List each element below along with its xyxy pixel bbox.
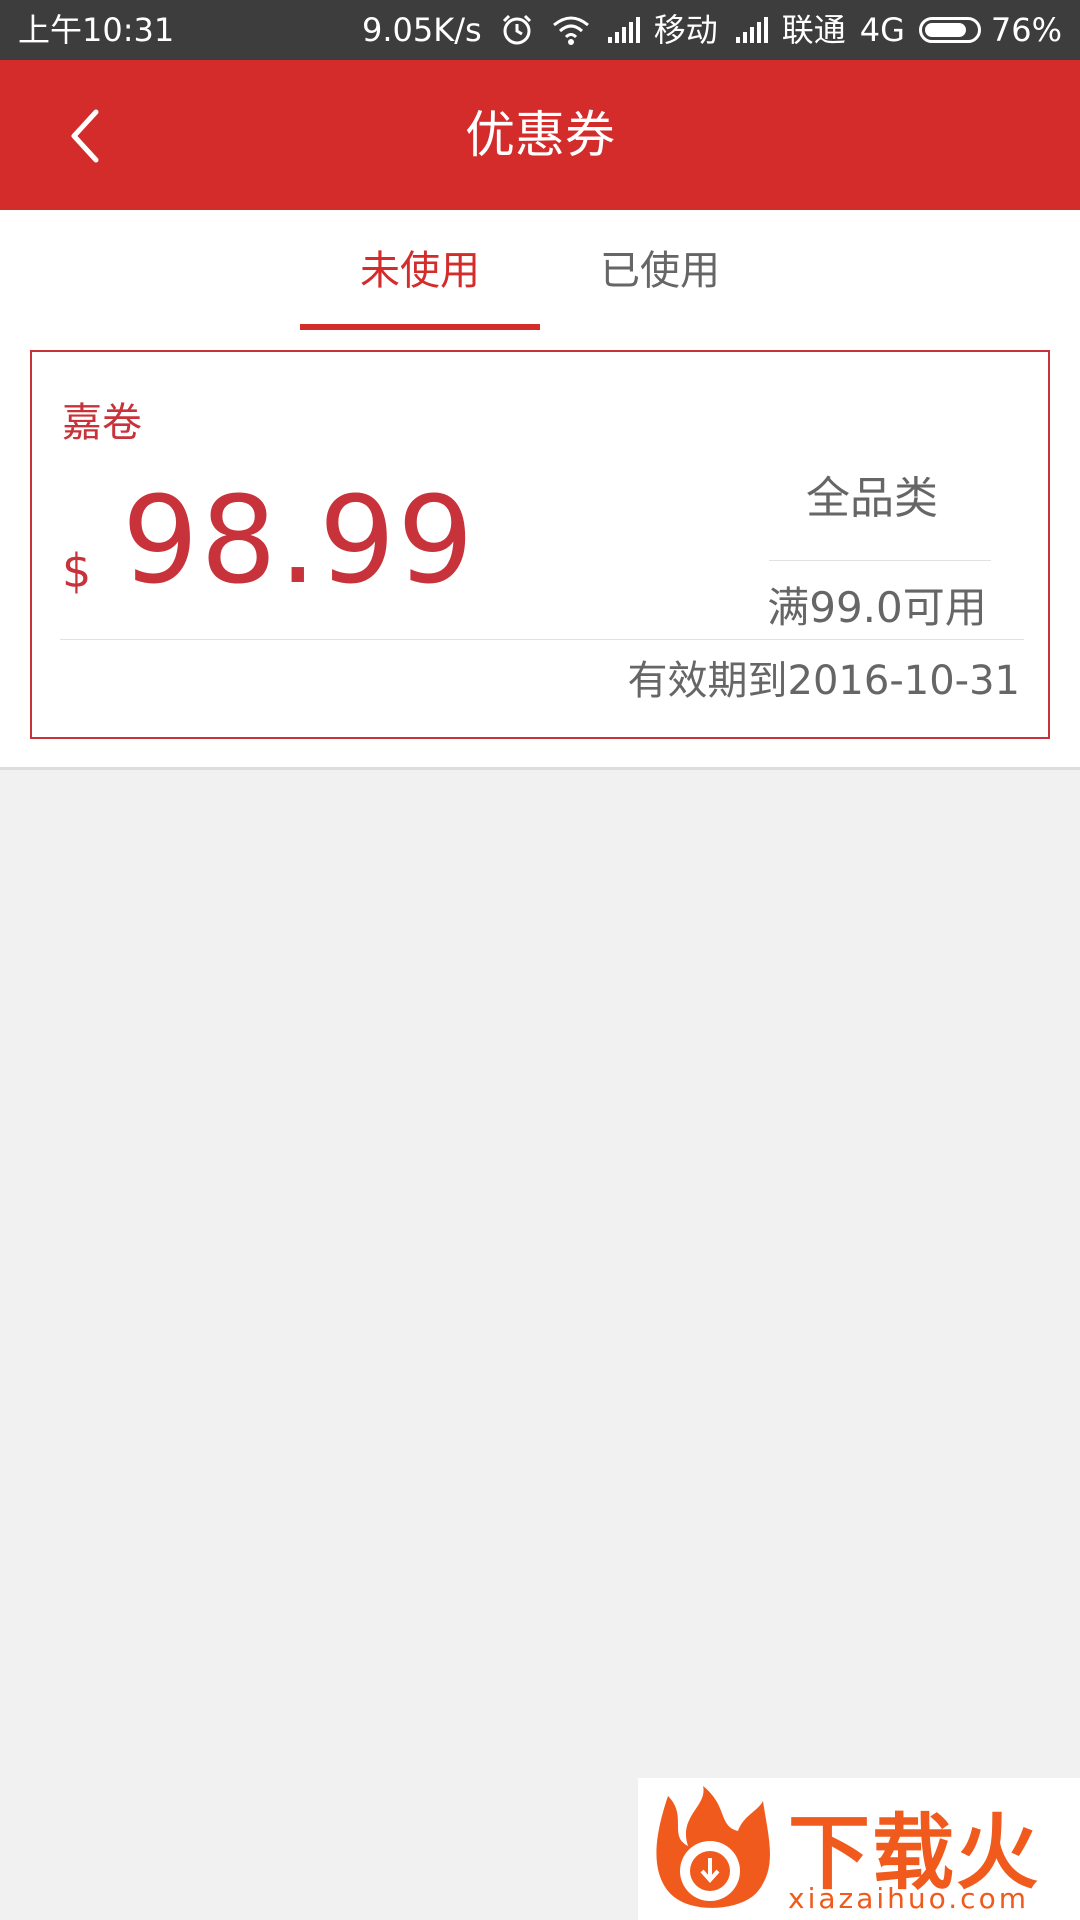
coupon-divider [60,639,1024,640]
signal-icon-sim2 [735,17,770,43]
tab-bar: 未使用 已使用 [0,210,1080,330]
status-indicators: 9.05K/s 移动 联通 4G 76% [362,0,1062,60]
coupon-amount: 98.99 [122,472,476,611]
network-speed: 9.05K/s [362,11,482,49]
coupon-category: 全品类 [806,473,938,524]
carrier-1: 移动 [653,11,718,49]
coupon-currency: $ [62,544,92,598]
flame-logo-icon [648,1786,778,1920]
coupon-name: 嘉卷 [62,400,142,446]
status-time: 上午10:31 [18,11,175,49]
coupon-validity: 有效期到2016-10-31 [627,658,1020,704]
app-header: 优惠券 [0,60,1080,210]
coupon-condition: 满99.0可用 [767,583,987,632]
network-type: 4G [859,11,905,49]
coupon-divider-small [769,560,991,561]
battery-icon [918,17,981,43]
page-title: 优惠券 [465,106,615,164]
watermark: 下载火 xiazaihuo.com [638,1778,1080,1920]
battery-percent: 76% [990,11,1062,49]
alarm-icon [500,13,534,47]
carrier-2: 联通 [781,11,846,49]
watermark-url: xiazaihuo.com [788,1882,1029,1915]
wifi-icon [552,15,590,45]
tab-used[interactable]: 已使用 [540,210,780,330]
coupon-card[interactable]: 嘉卷 $ 98.99 全品类 满99.0可用 有效期到2016-10-31 [30,350,1050,739]
coupon-list: 嘉卷 $ 98.99 全品类 满99.0可用 有效期到2016-10-31 [0,330,1080,770]
signal-icon-sim1 [607,17,642,43]
status-bar: 上午10:31 9.05K/s 移动 联通 4G 76% [0,0,1080,60]
tab-unused[interactable]: 未使用 [300,210,540,330]
